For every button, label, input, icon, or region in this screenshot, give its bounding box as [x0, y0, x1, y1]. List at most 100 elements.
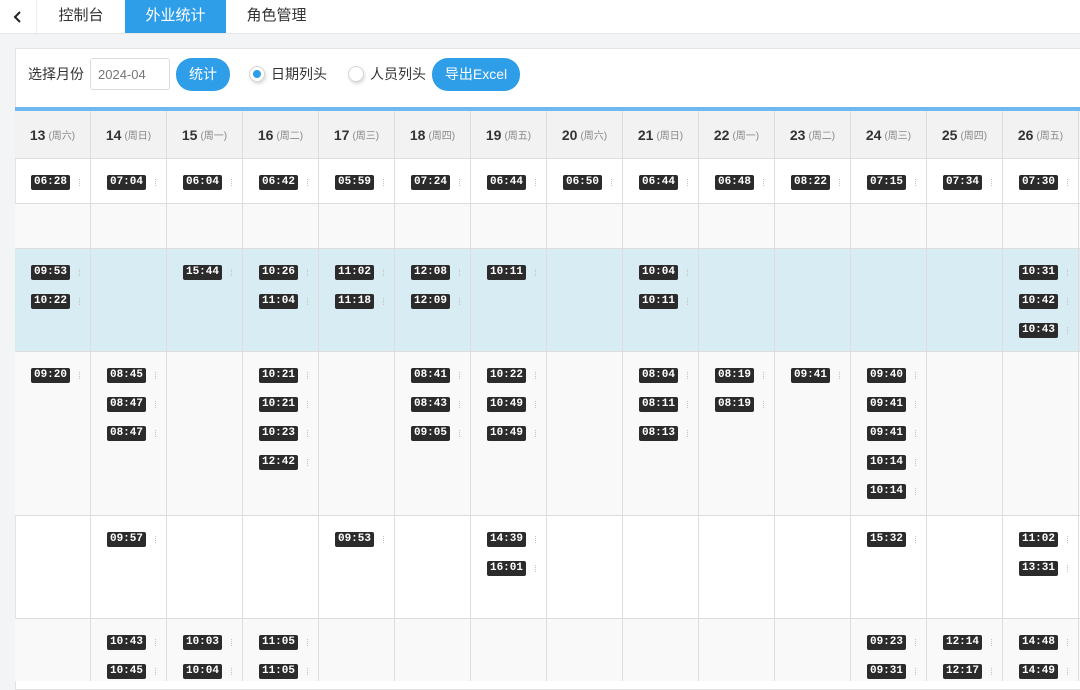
- time-chip[interactable]: 10:22: [487, 368, 536, 383]
- time-chip[interactable]: 08:19: [715, 397, 764, 412]
- date-day-number: 21: [637, 126, 654, 143]
- time-chip[interactable]: 08:45: [107, 368, 156, 383]
- time-chip[interactable]: 14:49: [1019, 664, 1068, 679]
- time-chip[interactable]: 08:13: [639, 426, 688, 441]
- time-chip[interactable]: 12:08: [411, 265, 460, 280]
- time-chip[interactable]: 06:44: [487, 175, 536, 190]
- time-chip[interactable]: 11:05: [259, 664, 308, 679]
- month-input[interactable]: [90, 58, 170, 90]
- time-chip[interactable]: 10:43: [1019, 323, 1068, 338]
- time-chip[interactable]: 08:43: [411, 397, 460, 412]
- date-column-header: 23 (周二): [775, 111, 851, 158]
- time-cell: 15:44: [167, 249, 243, 351]
- time-chip[interactable]: 10:26: [259, 265, 308, 280]
- time-chip[interactable]: 08:19: [715, 368, 764, 383]
- time-chip[interactable]: 05:59: [335, 175, 384, 190]
- time-cell: 09:57: [91, 516, 167, 618]
- time-chip[interactable]: 14:39: [487, 532, 536, 547]
- time-chip[interactable]: 12:42: [259, 455, 308, 470]
- time-chip[interactable]: 08:47: [107, 426, 156, 441]
- time-chip[interactable]: 09:23: [867, 635, 916, 650]
- radio-date-header[interactable]: 日期列头: [249, 64, 327, 84]
- time-chip[interactable]: 11:04: [259, 294, 308, 309]
- time-chip[interactable]: 08:11: [639, 397, 688, 412]
- date-column-header: 22 (周一): [699, 111, 775, 158]
- time-chip[interactable]: 07:34: [943, 175, 992, 190]
- time-chip[interactable]: 10:11: [487, 265, 536, 280]
- time-chip[interactable]: 09:40: [867, 368, 916, 383]
- time-cell: [167, 516, 243, 618]
- time-chip[interactable]: 10:03: [183, 635, 232, 650]
- table-row: 09:57 09:53 14:39 16:01 15:32 11:02 13:31: [15, 516, 1080, 619]
- time-cell: 10:21 10:21 10:23 12:42: [243, 352, 319, 515]
- time-chip[interactable]: 10:45: [107, 664, 156, 679]
- time-chip[interactable]: 09:57: [107, 532, 156, 547]
- time-chip[interactable]: 07:30: [1019, 175, 1068, 190]
- time-chip[interactable]: 11:02: [1019, 532, 1068, 547]
- tab-dashboard[interactable]: 控制台: [37, 0, 125, 33]
- time-chip[interactable]: 13:31: [1019, 561, 1068, 576]
- time-cell: [319, 352, 395, 515]
- time-chip[interactable]: 09:41: [867, 397, 916, 412]
- time-chip[interactable]: 08:22: [791, 175, 840, 190]
- date-weekday: (周日): [656, 131, 684, 142]
- time-chip[interactable]: 11:05: [259, 635, 308, 650]
- time-cell: 09:41: [775, 352, 851, 515]
- time-chip[interactable]: 08:47: [107, 397, 156, 412]
- tab-role-management[interactable]: 角色管理: [226, 0, 327, 33]
- time-chip[interactable]: 07:15: [867, 175, 916, 190]
- time-chip[interactable]: 11:02: [335, 265, 384, 280]
- time-chip[interactable]: 07:04: [107, 175, 156, 190]
- time-chip[interactable]: 09:53: [335, 532, 384, 547]
- time-chip[interactable]: 15:44: [183, 265, 232, 280]
- time-chip[interactable]: 06:50: [563, 175, 612, 190]
- time-chip[interactable]: 10:14: [867, 455, 916, 470]
- time-chip[interactable]: 06:44: [639, 175, 688, 190]
- time-chip[interactable]: 08:41: [411, 368, 460, 383]
- tab-field-statistics[interactable]: 外业统计: [125, 0, 226, 33]
- time-chip[interactable]: 10:49: [487, 397, 536, 412]
- time-chip[interactable]: 10:14: [867, 484, 916, 499]
- time-chip[interactable]: 10:21: [259, 368, 308, 383]
- time-chip[interactable]: 12:17: [943, 664, 992, 679]
- time-chip[interactable]: 07:24: [411, 175, 460, 190]
- time-chip[interactable]: 16:01: [487, 561, 536, 576]
- time-chip[interactable]: 10:23: [259, 426, 308, 441]
- time-chip[interactable]: 10:04: [183, 664, 232, 679]
- time-cell: 07:04: [91, 159, 167, 203]
- time-chip[interactable]: 09:41: [791, 368, 840, 383]
- time-chip[interactable]: 10:31: [1019, 265, 1068, 280]
- time-chip[interactable]: 10:42: [1019, 294, 1068, 309]
- back-chevron-icon[interactable]: [0, 0, 37, 33]
- statistics-button[interactable]: 统计: [176, 57, 230, 91]
- time-chip[interactable]: 08:04: [639, 368, 688, 383]
- time-chip[interactable]: 06:42: [259, 175, 308, 190]
- time-chip[interactable]: 15:32: [867, 532, 916, 547]
- time-chip[interactable]: 06:48: [715, 175, 764, 190]
- time-chip[interactable]: 09:53: [31, 265, 80, 280]
- time-cell: 10:26 11:04: [243, 249, 319, 351]
- time-chip[interactable]: 10:04: [639, 265, 688, 280]
- time-chip[interactable]: 09:31: [867, 664, 916, 679]
- time-chip[interactable]: 12:14: [943, 635, 992, 650]
- time-cell: 07:15: [851, 159, 927, 203]
- time-cell: [775, 204, 851, 248]
- time-chip[interactable]: 09:05: [411, 426, 460, 441]
- radio-person-header[interactable]: 人员列头: [348, 64, 426, 84]
- time-chip[interactable]: 06:28: [31, 175, 80, 190]
- time-chip[interactable]: 09:41: [867, 426, 916, 441]
- time-cell: [927, 516, 1003, 618]
- time-chip[interactable]: 10:22: [31, 294, 80, 309]
- time-chip[interactable]: 14:48: [1019, 635, 1068, 650]
- time-chip[interactable]: 10:43: [107, 635, 156, 650]
- time-chip[interactable]: 10:49: [487, 426, 536, 441]
- time-chip[interactable]: 10:11: [639, 294, 688, 309]
- time-chip[interactable]: 12:09: [411, 294, 460, 309]
- date-column-header: 17 (周三): [319, 111, 395, 158]
- time-chip[interactable]: 11:18: [335, 294, 384, 309]
- time-chip[interactable]: 06:04: [183, 175, 232, 190]
- time-chip[interactable]: 10:21: [259, 397, 308, 412]
- time-chip[interactable]: 09:20: [31, 368, 80, 383]
- export-excel-button[interactable]: 导出Excel: [432, 57, 520, 91]
- date-weekday: (周三): [352, 131, 380, 142]
